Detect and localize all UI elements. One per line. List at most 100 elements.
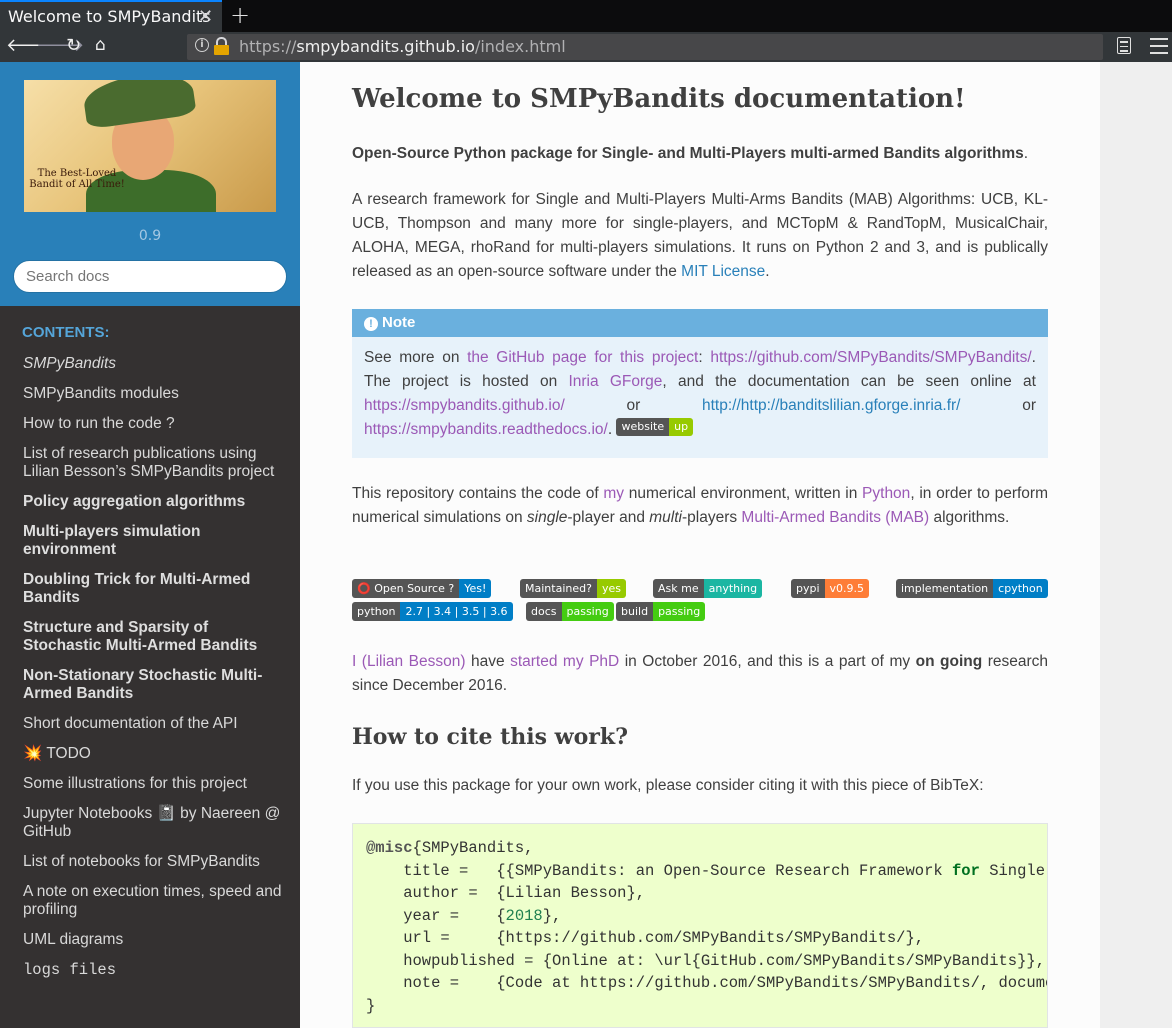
sidebar-item[interactable]: Structure and Sparsity of Stochastic Mul…	[23, 616, 285, 664]
github-url-link[interactable]: https://github.com/SMPyBandits/SMPyBandi…	[710, 349, 1031, 366]
lilian-besson-link[interactable]: I (Lilian Besson)	[352, 653, 465, 670]
gforge-docs-link[interactable]: http://http://banditslilian.gforge.inria…	[702, 397, 960, 414]
intro-end: .	[765, 263, 770, 280]
sidebar-item[interactable]: List of research publications using Lili…	[23, 442, 285, 490]
badge-left: Ask me	[653, 579, 704, 598]
badge-row: python 2.7 | 3.4 | 3.5 | 3.6 docs passing bu…	[352, 602, 1052, 623]
website-up-badge[interactable]: website up	[616, 418, 694, 436]
sidebar: The Best-Loved Bandit of All Time! 0.9 C…	[0, 62, 300, 1028]
bibtex-code: @misc{SMPyBandits, title = {{SMPyBandits…	[353, 824, 1047, 1017]
tab-title: Welcome to SMPyBandits	[8, 7, 211, 26]
note-admonition: ! Note See more on the GitHub page for th…	[352, 309, 1048, 458]
hamburger-menu-icon[interactable]	[1150, 38, 1172, 56]
badges-area: ⭕ Open Source ? Yes! Maintained? yes Ask me a…	[352, 579, 1052, 625]
info-icon[interactable]: i	[195, 38, 209, 52]
code-keyword: for	[952, 861, 980, 880]
repo-text: -players	[681, 509, 742, 526]
code-number: 2018	[505, 906, 543, 925]
sidebar-header: The Best-Loved Bandit of All Time! 0.9	[0, 62, 300, 306]
github-page-link[interactable]: the GitHub page for this project	[467, 349, 698, 366]
home-icon[interactable]: ⌂	[95, 35, 106, 55]
repo-text: algorithms.	[929, 509, 1010, 526]
badge-right: Yes!	[459, 579, 492, 598]
url-host: smpybandits.github.io	[296, 37, 475, 56]
page-title: Welcome to SMPyBandits documentation!	[352, 84, 966, 114]
mit-license-link[interactable]: MIT License	[681, 263, 765, 280]
subtitle-bold: Open-Source Python package for Single- a…	[352, 145, 1024, 162]
my-link[interactable]: my	[603, 485, 624, 502]
python-link[interactable]: Python	[862, 485, 910, 502]
sidebar-item[interactable]: Jupyter Notebooks 📓 by Naereen @ GitHub	[23, 802, 285, 850]
right-margin	[1100, 62, 1172, 1028]
contents-caption: CONTENTS:	[22, 324, 110, 341]
mab-link[interactable]: Multi-Armed Bandits (MAB)	[741, 509, 929, 526]
repo-text: numerical environment, written in	[624, 485, 863, 502]
status-badge[interactable]: pypi v0.9.5	[791, 579, 870, 598]
close-tab-icon[interactable]: ✕	[198, 6, 213, 27]
sidebar-item[interactable]: Non-Stationary Stochastic Multi-Armed Ba…	[23, 664, 285, 712]
code-line: howpublished = {Online at: \url{GitHub.c…	[366, 951, 1046, 970]
sidebar-item[interactable]: Short documentation of the API	[23, 712, 285, 742]
code-token: title = {{SMPyBandits: an Open-Source Re…	[366, 861, 952, 880]
sidebar-item[interactable]: Policy aggregation algorithms	[23, 490, 285, 520]
code-token: Single and Multi-Players	[989, 861, 1046, 880]
badge-right: v0.9.5	[824, 579, 870, 598]
sidebar-item[interactable]: 💥 TODO	[23, 742, 285, 772]
status-badge[interactable]: ⭕ Open Source ? Yes!	[352, 579, 492, 598]
note-text: .	[607, 421, 617, 438]
sidebar-item[interactable]: A note on execution times, speed and pro…	[23, 880, 285, 928]
started-phd-link[interactable]: started my PhD	[510, 653, 619, 670]
badge-right: 2.7 | 3.4 | 3.5 | 3.6	[400, 602, 513, 621]
status-badge[interactable]: Maintained? yes	[520, 579, 626, 598]
sidebar-item[interactable]: logs files	[23, 958, 285, 988]
bibtex-code-block: @misc{SMPyBandits, title = {{SMPyBandits…	[352, 823, 1048, 1028]
lock-warning-icon	[214, 45, 229, 55]
url-bar[interactable]: i https://smpybandits.github.io/index.ht…	[187, 34, 1103, 60]
badge-left: website	[616, 418, 670, 436]
code-token: year = {	[366, 906, 506, 925]
tab-bar: Welcome to SMPyBandits ✕ +	[0, 0, 1172, 32]
browser-tab[interactable]: Welcome to SMPyBandits ✕	[0, 0, 222, 32]
status-badge[interactable]: docs passing	[526, 602, 614, 621]
readthedocs-link[interactable]: https://smpybandits.readthedocs.io/	[364, 421, 608, 438]
new-tab-icon[interactable]: +	[230, 1, 250, 29]
note-text: or	[960, 397, 1036, 414]
note-text: , and the documentation can be seen onli…	[662, 373, 1036, 390]
github-io-link[interactable]: https://smpybandits.github.io/	[364, 397, 565, 414]
badge-left: pypi	[791, 579, 825, 598]
note-body: See more on the GitHub page for this pro…	[352, 337, 1048, 442]
project-logo[interactable]: The Best-Loved Bandit of All Time!	[24, 80, 276, 212]
info-circle-icon: !	[364, 317, 378, 331]
intro-paragraph: A research framework for Single and Mult…	[352, 188, 1048, 284]
sidebar-item[interactable]: SMPyBandits modules	[23, 382, 285, 412]
cite-paragraph: If you use this package for your own wor…	[352, 777, 984, 794]
status-badge[interactable]: Ask me anything	[653, 579, 763, 598]
note-text: or	[564, 397, 702, 414]
search-docs-input[interactable]	[13, 260, 287, 293]
single-emphasis: single	[526, 509, 568, 526]
logo-caption: The Best-Loved Bandit of All Time!	[29, 168, 125, 190]
status-badge[interactable]: python 2.7 | 3.4 | 3.5 | 3.6	[352, 602, 513, 621]
sidebar-item[interactable]: Multi-players simulation environment	[23, 520, 285, 568]
sidebar-item[interactable]: SMPyBandits	[23, 352, 285, 382]
url-scheme: https://	[239, 37, 297, 56]
sidebar-item[interactable]: How to run the code ?	[23, 412, 285, 442]
repo-text: This repository contains the code of	[352, 485, 604, 502]
inria-gforge-link[interactable]: Inria GForge	[568, 373, 662, 390]
status-badge[interactable]: build passing	[616, 602, 706, 621]
phd-paragraph: I (Lilian Besson) have started my PhD in…	[352, 650, 1048, 698]
code-line: note = {Code at https://github.com/SMPyB…	[403, 974, 1047, 992]
code-token: @misc	[366, 839, 413, 857]
sidebar-item[interactable]: List of notebooks for SMPyBandits	[23, 850, 285, 880]
status-badge[interactable]: implementation cpython	[896, 579, 1048, 598]
reload-icon[interactable]: ↻	[66, 35, 81, 56]
sidebar-item[interactable]: Doubling Trick for Multi-Armed Bandits	[23, 568, 285, 616]
sidebar-item[interactable]: Some illustrations for this project	[23, 772, 285, 802]
badge-left: ⭕ Open Source ?	[352, 579, 460, 598]
url-text: https://smpybandits.github.io/index.html	[239, 37, 566, 56]
sidebar-item[interactable]: UML diagrams	[23, 928, 285, 958]
toc-list: SMPyBandits SMPyBandits modules How to run…	[23, 352, 285, 988]
reader-view-icon[interactable]	[1117, 37, 1131, 54]
on-going-bold: on going	[915, 653, 983, 670]
subtitle-paragraph: Open-Source Python package for Single- a…	[352, 142, 1048, 166]
